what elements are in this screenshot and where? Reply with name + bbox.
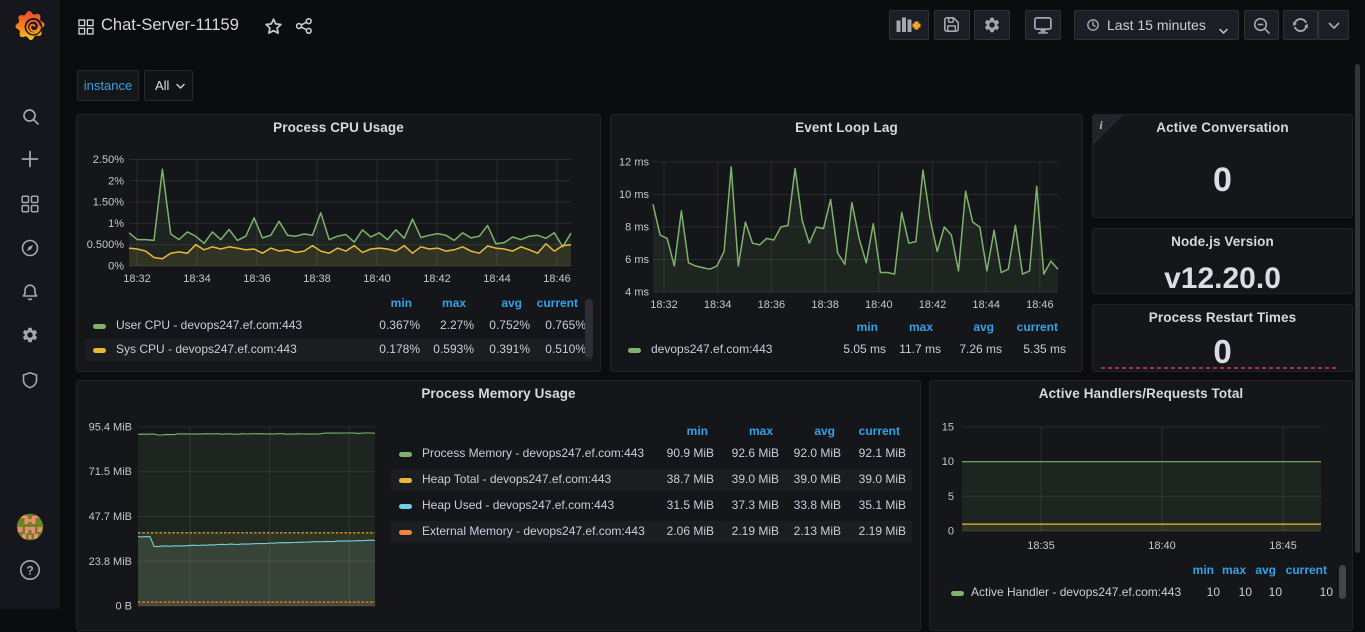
svg-text:18:42: 18:42 (423, 273, 451, 285)
svg-text:2.50%: 2.50% (93, 154, 124, 166)
svg-text:18:40: 18:40 (363, 273, 391, 285)
svg-text:6 ms: 6 ms (625, 254, 649, 266)
svg-text:18:44: 18:44 (483, 273, 511, 285)
svg-text:18:45: 18:45 (1269, 540, 1297, 552)
svg-text:0 B: 0 B (115, 601, 132, 613)
svg-text:18:35: 18:35 (1027, 540, 1055, 552)
svg-text:18:46: 18:46 (1026, 299, 1054, 311)
svg-text:18:38: 18:38 (303, 273, 331, 285)
svg-text:4 ms: 4 ms (625, 287, 649, 299)
svg-text:1%: 1% (108, 218, 124, 230)
svg-text:15: 15 (942, 422, 954, 434)
svg-text:1.50%: 1.50% (93, 197, 124, 209)
svg-text:18:46: 18:46 (543, 273, 571, 285)
svg-text:23.8 MiB: 23.8 MiB (89, 556, 132, 568)
svg-text:18:36: 18:36 (243, 273, 271, 285)
svg-text:18:40: 18:40 (1148, 540, 1176, 552)
svg-text:0: 0 (948, 526, 954, 538)
svg-text:0.500%: 0.500% (87, 239, 125, 251)
svg-text:18:44: 18:44 (972, 299, 1000, 311)
svg-text:18:32: 18:32 (123, 273, 151, 285)
svg-text:8 ms: 8 ms (625, 222, 649, 234)
svg-text:18:32: 18:32 (650, 299, 678, 311)
svg-text:?: ? (26, 563, 33, 577)
svg-text:18:40: 18:40 (865, 299, 893, 311)
svg-text:12 ms: 12 ms (619, 157, 649, 169)
svg-text:47.7 MiB: 47.7 MiB (89, 511, 132, 523)
svg-text:18:34: 18:34 (183, 273, 211, 285)
svg-text:18:38: 18:38 (811, 299, 839, 311)
svg-text:10: 10 (942, 456, 954, 468)
svg-text:5: 5 (948, 491, 954, 503)
svg-text:0%: 0% (108, 261, 124, 273)
svg-text:2%: 2% (108, 175, 124, 187)
svg-text:18:42: 18:42 (919, 299, 947, 311)
svg-text:18:34: 18:34 (704, 299, 732, 311)
svg-text:71.5 MiB: 71.5 MiB (89, 466, 132, 478)
svg-text:10 ms: 10 ms (619, 189, 649, 201)
svg-text:18:36: 18:36 (758, 299, 786, 311)
